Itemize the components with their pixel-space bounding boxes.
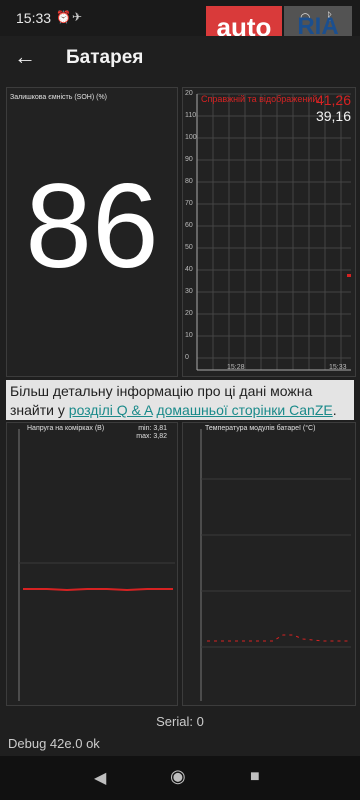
y-tick: 10 [185, 332, 193, 339]
range-real-value: 41,26 [315, 92, 351, 108]
y-tick: 60 [185, 222, 193, 229]
info-box: Більш детальну інформацію про ці дані мо… [6, 380, 354, 420]
y-tick: 80 [185, 178, 193, 185]
temperature-chart [200, 429, 351, 701]
range-chart-panel: 20 110 100 90 80 70 60 50 40 30 20 10 0 … [182, 87, 356, 377]
serial-text: Serial: 0 [156, 714, 204, 729]
debug-text: Debug 42e.0 ok [8, 736, 100, 751]
y-tick: 110 [185, 112, 197, 119]
y-tick: 90 [185, 156, 193, 163]
cell-voltage-panel: Напруга на комірках (В) min: 3,81 max: 3… [6, 422, 178, 706]
y-tick: 30 [185, 288, 193, 295]
y-tick: 50 [185, 244, 193, 251]
cell-voltage-label: Напруга на комірках (В) [27, 425, 105, 432]
range-displayed-value: 39,16 [315, 108, 351, 124]
y-tick: 40 [185, 266, 193, 273]
app-bar: ← Батарея [0, 36, 360, 80]
y-tick: 70 [185, 200, 193, 207]
y-tick: 100 [185, 134, 197, 141]
cell-voltage-min: min: 3,81 [138, 425, 167, 432]
page-title: Батарея [66, 47, 144, 68]
nav-back-icon[interactable]: ◀ [94, 768, 106, 788]
temperature-label: Температура модулів батареї (°C) [205, 425, 316, 432]
y-tick: 0 [185, 354, 189, 361]
soh-value: 86 [25, 159, 159, 293]
y-tick: 20 [185, 310, 193, 317]
alarm-icon: ⏰ [56, 10, 71, 24]
x-tick: 15:33 [329, 364, 347, 371]
status-time: 15:33 [16, 10, 52, 26]
x-tick: 15:28 [227, 364, 245, 371]
navigation-bar: ◀ ◉ ■ [0, 756, 360, 800]
temperature-panel: Температура модулів батареї (°C) [182, 422, 356, 706]
cell-voltage-chart [18, 429, 175, 701]
info-text-post: . [332, 402, 337, 418]
qa-link[interactable]: розділі Q & A [69, 402, 153, 418]
nav-recents-icon[interactable]: ■ [250, 768, 260, 786]
y-tick: 20 [185, 90, 193, 97]
soh-panel: Залишкова ємність (SOH) (%) 86 [6, 87, 178, 377]
soh-label: Залишкова ємність (SOH) (%) [10, 94, 108, 101]
canze-home-link[interactable]: домашньої сторінки CanZE [156, 402, 332, 418]
nav-home-icon[interactable]: ◉ [170, 766, 186, 787]
telegram-icon: ✈ [72, 10, 83, 24]
back-arrow-icon[interactable]: ← [14, 44, 36, 70]
range-chart-label: Справжній та відображений... [201, 94, 325, 104]
range-chart-grid [196, 93, 351, 371]
cell-voltage-max: max: 3,82 [136, 433, 167, 440]
